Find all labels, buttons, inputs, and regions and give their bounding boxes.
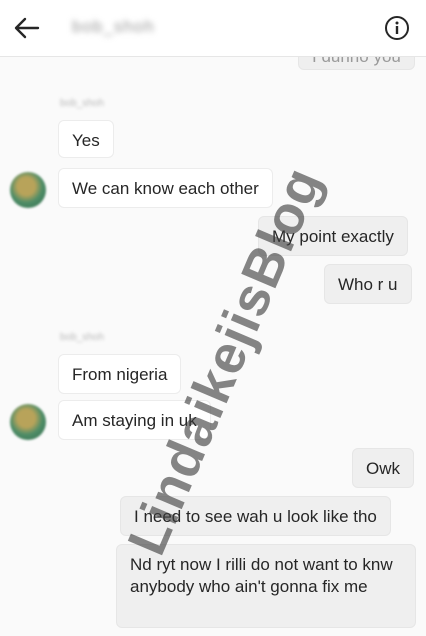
contact-name[interactable]: bob_shoh (72, 17, 155, 37)
message-bubble: My point exactly (258, 216, 408, 256)
message-bubble: From nigeria (58, 354, 182, 394)
sender-label: bob_shoh (60, 98, 104, 109)
message-bubble: We can know each other (58, 168, 273, 208)
avatar[interactable] (10, 404, 46, 440)
info-icon[interactable] (384, 15, 410, 41)
message-bubble: Yes (58, 120, 114, 158)
message-bubble: Who r u (324, 264, 412, 304)
message-bubble: Am staying in uk (58, 400, 211, 440)
message-thread[interactable]: I dunno you bob_shoh Yes We can know eac… (0, 36, 426, 636)
message-bubble: I need to see wah u look like tho (120, 496, 391, 536)
back-arrow-icon[interactable] (14, 16, 40, 40)
avatar[interactable] (10, 172, 46, 208)
message-bubble: Nd ryt now I rilli do not want to knw an… (116, 544, 416, 628)
sender-label: bob_shoh (60, 332, 104, 343)
message-bubble: Owk (352, 448, 414, 488)
chat-header: bob_shoh (0, 0, 426, 57)
